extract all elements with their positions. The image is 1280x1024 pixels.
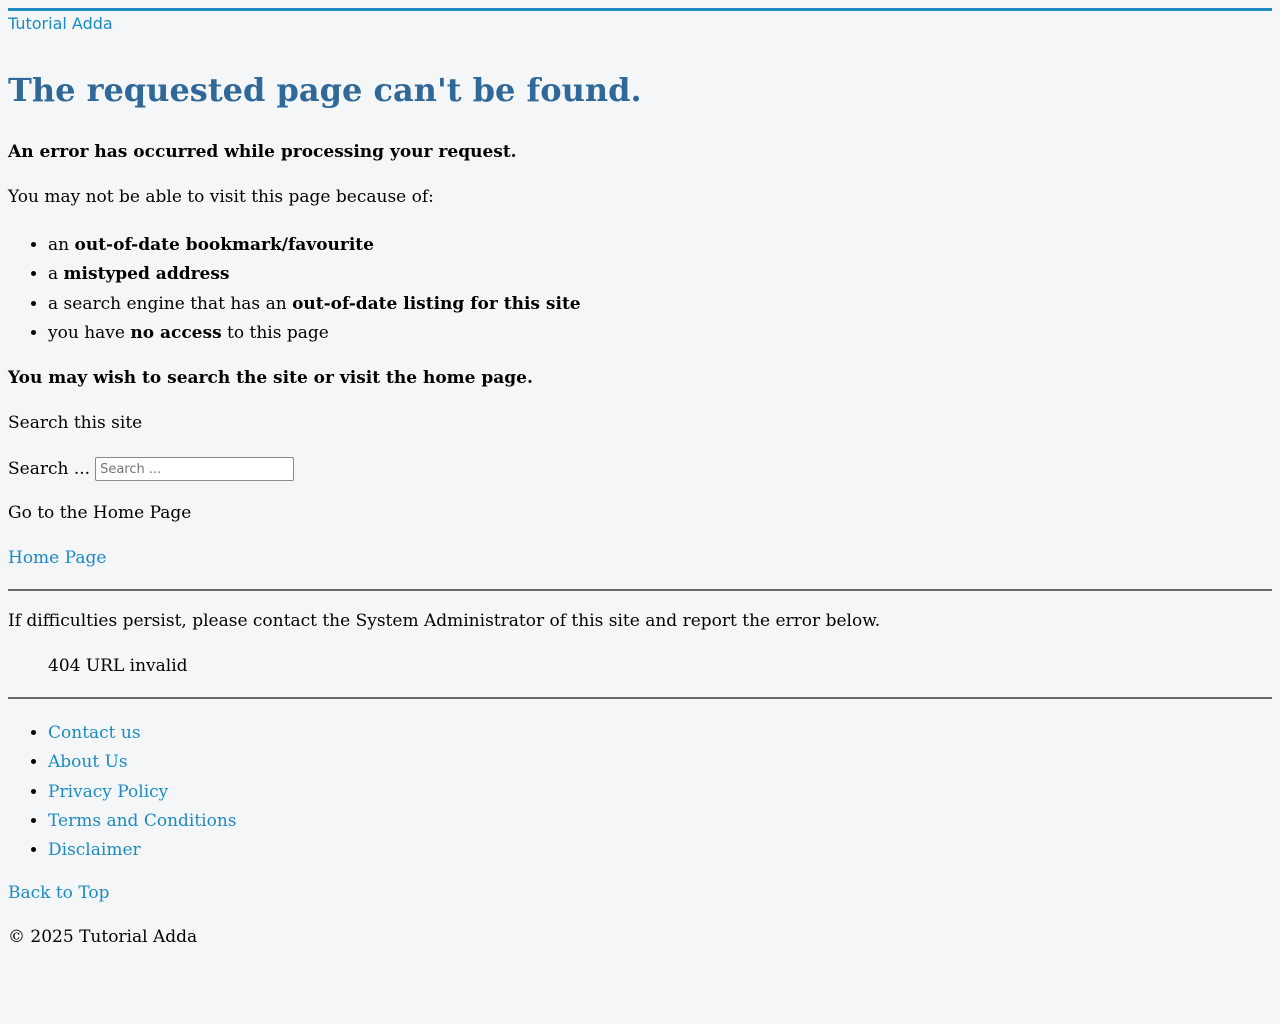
privacy-policy-link[interactable]: Privacy Policy bbox=[48, 782, 168, 802]
reason-prefix: you have bbox=[48, 322, 131, 343]
reason-bold: out-of-date listing for this site bbox=[292, 293, 581, 314]
error-message: An error has occurred while processing y… bbox=[8, 142, 517, 162]
home-page-link[interactable]: Home Page bbox=[8, 548, 106, 568]
wish-text: You may wish to search the site or visit… bbox=[8, 368, 533, 389]
footer-link-item: Disclaimer bbox=[48, 836, 1272, 865]
header-top-border bbox=[8, 8, 1272, 11]
about-us-link[interactable]: About Us bbox=[48, 752, 128, 772]
persist-text: If difficulties persist, please contact … bbox=[8, 611, 881, 632]
footer-links: Contact us About Us Privacy Policy Terms… bbox=[8, 719, 1272, 865]
reason-item: an out-of-date bookmark/favourite bbox=[48, 231, 1272, 260]
go-home-text: Go to the Home Page bbox=[8, 503, 192, 524]
reason-bold: mistyped address bbox=[63, 264, 230, 285]
footer-link-item: Terms and Conditions bbox=[48, 807, 1272, 836]
search-label: Search ... bbox=[8, 459, 91, 480]
reason-prefix: a bbox=[48, 264, 64, 285]
site-brand-link[interactable]: Tutorial Adda bbox=[8, 13, 113, 35]
contact-us-link[interactable]: Contact us bbox=[48, 723, 141, 743]
terms-link[interactable]: Terms and Conditions bbox=[48, 811, 237, 831]
footer-link-item: Contact us bbox=[48, 719, 1272, 748]
reason-bold: no access bbox=[130, 322, 222, 343]
reason-suffix: to this page bbox=[221, 322, 329, 343]
error-code: 404 URL invalid bbox=[48, 656, 188, 677]
search-input[interactable] bbox=[95, 457, 295, 482]
reason-prefix: a search engine that has an bbox=[48, 293, 293, 314]
back-to-top-link[interactable]: Back to Top bbox=[8, 883, 109, 903]
footer-link-item: About Us bbox=[48, 748, 1272, 777]
because-intro: You may not be able to visit this page b… bbox=[8, 187, 434, 207]
reason-item: you have no access to this page bbox=[48, 319, 1272, 348]
page-title: The requested page can't be found. bbox=[8, 71, 642, 109]
reason-item: a search engine that has an out-of-date … bbox=[48, 290, 1272, 319]
reason-bold: out-of-date bookmark/favourite bbox=[74, 235, 374, 255]
disclaimer-link[interactable]: Disclaimer bbox=[48, 840, 141, 860]
search-form: Search ... bbox=[8, 457, 1272, 482]
footer-link-item: Privacy Policy bbox=[48, 778, 1272, 807]
reason-prefix: an bbox=[48, 235, 75, 255]
divider bbox=[8, 589, 1272, 592]
divider bbox=[8, 697, 1272, 700]
search-heading: Search this site bbox=[8, 413, 143, 434]
copyright: © 2025 Tutorial Adda bbox=[8, 926, 198, 947]
reason-item: a mistyped address bbox=[48, 260, 1272, 289]
reasons-list: an out-of-date bookmark/favourite a mist… bbox=[8, 231, 1272, 348]
